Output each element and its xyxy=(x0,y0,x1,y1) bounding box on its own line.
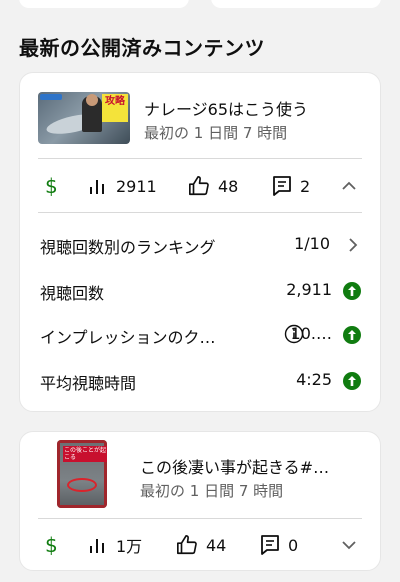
metric-label: 平均視聴時間 xyxy=(40,374,137,393)
channel-logo-mark xyxy=(40,94,62,100)
metric-label: 視聴回数別のランキング xyxy=(40,238,216,257)
stats-row: $ 1万 44 0 xyxy=(20,530,382,560)
metric-avg-watch-time[interactable]: 平均視聴時間 4:25 xyxy=(40,370,362,394)
views-stat[interactable]: 2911 xyxy=(88,171,157,201)
comment-icon xyxy=(261,535,279,555)
metric-value: 2,911 xyxy=(286,280,332,299)
video-thumbnail[interactable]: 攻略 xyxy=(38,92,130,144)
metric-impressions[interactable]: インプレッションのク… 10.… xyxy=(40,324,362,348)
metric-label: 視聴回数 xyxy=(40,284,105,303)
metric-value: 4:25 xyxy=(296,370,332,389)
video-title[interactable]: この後凄い事が起きる#… xyxy=(140,454,329,478)
video-title[interactable]: ナレージ65はこう使う xyxy=(144,96,308,120)
comment-icon xyxy=(273,176,291,196)
chevron-down-icon xyxy=(342,541,356,550)
content-card-2: この後ことが起こる この後凄い事が起きる#… 最初の 1 日間 7 時間 $ 1… xyxy=(19,431,381,571)
comments-stat[interactable]: 0 xyxy=(260,530,298,560)
views-count: 2911 xyxy=(116,176,157,196)
chevron-up-icon xyxy=(342,181,356,190)
arrow-up-circle-icon xyxy=(342,325,362,349)
dollar-icon: $ xyxy=(45,174,58,198)
metric-label: インプレッションのク… xyxy=(40,328,216,347)
comments-count: 0 xyxy=(288,535,299,555)
collapse-button[interactable] xyxy=(340,171,358,201)
previous-cards-edge xyxy=(0,0,400,12)
likes-stat[interactable]: 48 xyxy=(188,171,238,201)
revenue-stat[interactable]: $ xyxy=(44,530,60,560)
dollar-icon: $ xyxy=(45,533,58,557)
bar-chart-icon xyxy=(90,180,104,194)
expand-button[interactable] xyxy=(340,530,358,560)
likes-count: 44 xyxy=(206,535,227,555)
metric-value: 1/10 xyxy=(294,234,330,253)
content-card-1: 攻略 ナレージ65はこう使う 最初の 1 日間 7 時間 $ 2911 48 2… xyxy=(19,72,381,412)
arrow-up-circle-icon xyxy=(342,281,362,305)
previous-card-left xyxy=(19,0,189,8)
thumbs-up-icon xyxy=(189,176,209,196)
revenue-stat[interactable]: $ xyxy=(44,171,60,201)
svg-text:$: $ xyxy=(45,174,58,198)
previous-card-right xyxy=(211,0,381,8)
comments-count: 2 xyxy=(300,176,311,196)
thumbnail-badge: この後ことが起こる xyxy=(63,446,107,462)
likes-count: 48 xyxy=(218,176,239,196)
divider xyxy=(38,212,362,213)
likes-stat[interactable]: 44 xyxy=(176,530,226,560)
thumbs-up-icon xyxy=(177,535,197,555)
metric-value: 10.… xyxy=(290,324,332,343)
arrow-up-circle-icon xyxy=(342,371,362,395)
bar-chart-icon xyxy=(90,539,104,553)
section-title: 最新の公開済みコンテンツ xyxy=(19,36,265,60)
thumbnail-badge: 攻略 xyxy=(102,94,128,122)
video-subtitle: 最初の 1 日間 7 時間 xyxy=(144,124,288,142)
video-thumbnail[interactable]: この後ことが起こる xyxy=(57,440,107,508)
stats-row: $ 2911 48 2 xyxy=(20,171,382,201)
views-count: 1万 xyxy=(116,537,143,556)
views-stat[interactable]: 1万 xyxy=(88,530,142,560)
chevron-right-icon xyxy=(344,235,362,259)
thumbnail-person-head xyxy=(86,94,98,106)
comments-stat[interactable]: 2 xyxy=(272,171,310,201)
thumbnail-circle-mark xyxy=(67,478,97,492)
divider xyxy=(38,518,362,519)
metric-ranking[interactable]: 視聴回数別のランキング 1/10 xyxy=(40,234,362,258)
video-subtitle: 最初の 1 日間 7 時間 xyxy=(140,482,284,500)
divider xyxy=(38,158,362,159)
svg-text:$: $ xyxy=(45,533,58,557)
metric-views[interactable]: 視聴回数 2,911 xyxy=(40,280,362,304)
